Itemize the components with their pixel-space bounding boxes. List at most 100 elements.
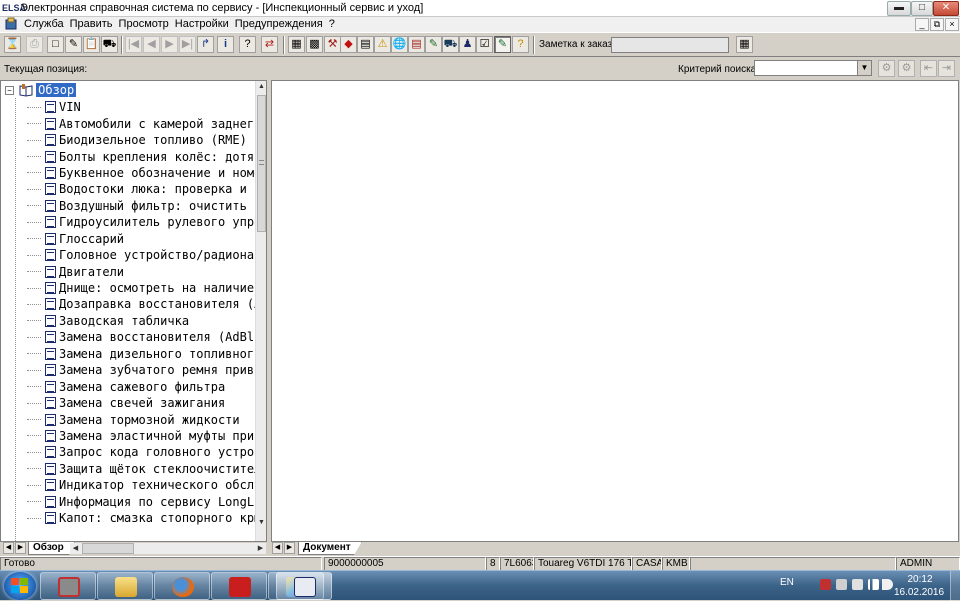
tree-item[interactable]: Воздушный фильтр: очистить к — [1, 198, 255, 214]
tree-item[interactable]: VIN — [1, 99, 255, 115]
scroll-left-icon[interactable]: ◀ — [70, 543, 81, 554]
chevron-down-icon[interactable]: ▼ — [857, 61, 871, 75]
jump-first-icon[interactable]: ⇤ — [920, 60, 937, 77]
car-icon[interactable]: ⛟ — [442, 36, 459, 53]
table-icon[interactable]: ▤ — [357, 36, 374, 53]
document-pane[interactable] — [271, 80, 959, 542]
vehicle-icon[interactable]: ⛟ — [101, 36, 118, 53]
tree-item[interactable]: Водостоки люка: проверка и г — [1, 181, 255, 197]
show-desktop-button[interactable] — [950, 571, 960, 601]
globe-icon[interactable]: 🌐 — [391, 36, 408, 53]
tree-scroll-thumb[interactable] — [257, 95, 266, 232]
network-icon[interactable] — [868, 579, 879, 590]
tree-item[interactable]: Капот: смазка стопорного крю — [1, 510, 255, 526]
tree-item[interactable]: Информация по сервису LongLi — [1, 494, 255, 510]
tree-item[interactable]: Заводская табличка — [1, 313, 255, 329]
document-window-icon[interactable] — [4, 17, 18, 31]
start-button[interactable] — [4, 572, 36, 600]
tree-vertical-scrollbar[interactable]: ▲ ▼ — [255, 81, 266, 541]
tree-item[interactable]: Гидроусилитель рулевого упра — [1, 214, 255, 230]
search-criteria-select[interactable]: ▼ — [754, 60, 872, 76]
order-note-input[interactable] — [611, 37, 729, 53]
taskbar-firefox[interactable] — [154, 572, 210, 600]
scroll-down-icon[interactable]: ▼ — [256, 517, 266, 528]
menu-view[interactable]: Просмотр — [117, 17, 173, 32]
tree-item[interactable]: Замена тормозной жидкости — [1, 411, 255, 427]
calculator-icon[interactable]: ▦ — [288, 36, 305, 53]
tools-icon[interactable]: ⚒ — [324, 36, 341, 53]
tab-overview[interactable]: Обзор — [28, 542, 75, 555]
tree-item[interactable]: Болты крепления колёс: дотян — [1, 148, 255, 164]
info-icon[interactable]: i — [217, 36, 234, 53]
tree-item[interactable]: Биодизельное топливо (RME) — [1, 132, 255, 148]
tree-item[interactable]: Замена свечей зажигания — [1, 395, 255, 411]
tab-document[interactable]: Документ — [298, 542, 362, 555]
tree-item[interactable]: Замена сажевого фильтра — [1, 378, 255, 394]
menu-warnings[interactable]: Предупреждения — [233, 17, 327, 32]
usb-icon[interactable] — [836, 579, 847, 590]
menu-settings[interactable]: Настройки — [173, 17, 233, 32]
tree-item[interactable]: Защита щёток стеклоочистител — [1, 461, 255, 477]
tree-item[interactable]: Индикатор технического обслу — [1, 477, 255, 493]
menu-service[interactable]: Служба — [22, 17, 68, 32]
menu-edit[interactable]: Править — [68, 17, 117, 32]
jump-last-icon[interactable]: ⇥ — [938, 60, 955, 77]
clipboard-icon[interactable]: 📋 — [83, 36, 100, 53]
tree-item[interactable]: Дозаправка восстановителя (А — [1, 296, 255, 312]
scroll-right-icon[interactable]: ▶ — [255, 543, 266, 554]
tree-item[interactable]: Днище: осмотреть на наличие — [1, 280, 255, 296]
clock-time[interactable]: 20:12 — [898, 574, 942, 585]
swap-icon[interactable]: ⇄ — [261, 36, 278, 53]
print-icon[interactable]: ⎙ — [26, 36, 43, 53]
tree-item[interactable]: Запрос кода головного устрой — [1, 444, 255, 460]
tab-next-icon[interactable]: ▶ — [15, 542, 26, 554]
tree-horizontal-scrollbar[interactable]: ◀ ▶ — [70, 543, 266, 554]
taskbar-file-explorer[interactable] — [97, 572, 153, 600]
monitor-icon[interactable] — [852, 579, 863, 590]
minimize-button[interactable]: ▬ — [887, 1, 911, 16]
scroll-up-icon[interactable]: ▲ — [256, 81, 266, 92]
tree-item[interactable]: Замена эластичной муфты прив — [1, 428, 255, 444]
grid-icon[interactable]: ▩ — [306, 36, 323, 53]
book-icon[interactable]: ▤ — [408, 36, 425, 53]
collapse-icon[interactable]: − — [5, 85, 14, 95]
tree-item[interactable]: Глоссарий — [1, 231, 255, 247]
tree-item[interactable]: Замена восстановителя (AdBlu — [1, 329, 255, 345]
order-note-edit-icon[interactable]: ▦ — [736, 36, 753, 53]
mdi-close-button[interactable]: × — [945, 18, 959, 31]
edit-document-icon[interactable]: ✎ — [65, 36, 82, 53]
mdi-restore-button[interactable]: ⧉ — [930, 18, 944, 31]
tree-item[interactable]: Замена зубчатого ремня приво — [1, 362, 255, 378]
taskbar-downloads[interactable] — [40, 572, 96, 600]
search-icon[interactable]: ⚙ — [878, 60, 895, 77]
go-up-icon[interactable]: ↱ — [197, 36, 214, 53]
search-next-icon[interactable]: ⚙ — [898, 60, 915, 77]
notes-help-icon[interactable]: ? — [512, 36, 529, 53]
doc-tab-next-icon[interactable]: ▶ — [284, 542, 295, 554]
tree-root[interactable]: − Обзор — [5, 83, 77, 99]
checklist-icon[interactable]: ☑ — [476, 36, 493, 53]
tree-item[interactable]: Двигатели — [1, 263, 255, 279]
maximize-button[interactable]: □ — [911, 1, 933, 16]
new-document-icon[interactable]: □ — [47, 36, 64, 53]
tree-hscroll-thumb[interactable] — [82, 543, 134, 554]
next-page-icon[interactable]: ▶ — [161, 36, 178, 53]
language-indicator[interactable]: EN — [780, 577, 794, 588]
last-page-icon[interactable]: ▶| — [179, 36, 196, 53]
inspection-icon[interactable]: ✎ — [494, 36, 511, 53]
exit-icon[interactable]: ⌛ — [4, 36, 21, 53]
tree-item[interactable]: Замена дизельного топливного — [1, 346, 255, 362]
person-icon[interactable]: ♟ — [459, 36, 476, 53]
previous-page-icon[interactable]: ◀ — [143, 36, 160, 53]
mdi-minimize-button[interactable]: _ — [915, 18, 929, 31]
first-page-icon[interactable]: |◀ — [125, 36, 142, 53]
tree-item[interactable]: Автомобили с камерой заднего — [1, 115, 255, 131]
close-button[interactable]: ✕ — [933, 1, 959, 16]
diamond-icon[interactable]: ◆ — [340, 36, 357, 53]
taskbar-elsa[interactable] — [276, 572, 332, 600]
tree-item[interactable]: Головное устройство/радионав — [1, 247, 255, 263]
doc-tab-prev-icon[interactable]: ◀ — [272, 542, 283, 554]
help-icon[interactable]: ? — [239, 36, 256, 53]
taskbar-pdf-reader[interactable] — [211, 572, 267, 600]
repair-icon[interactable]: ✎ — [425, 36, 442, 53]
